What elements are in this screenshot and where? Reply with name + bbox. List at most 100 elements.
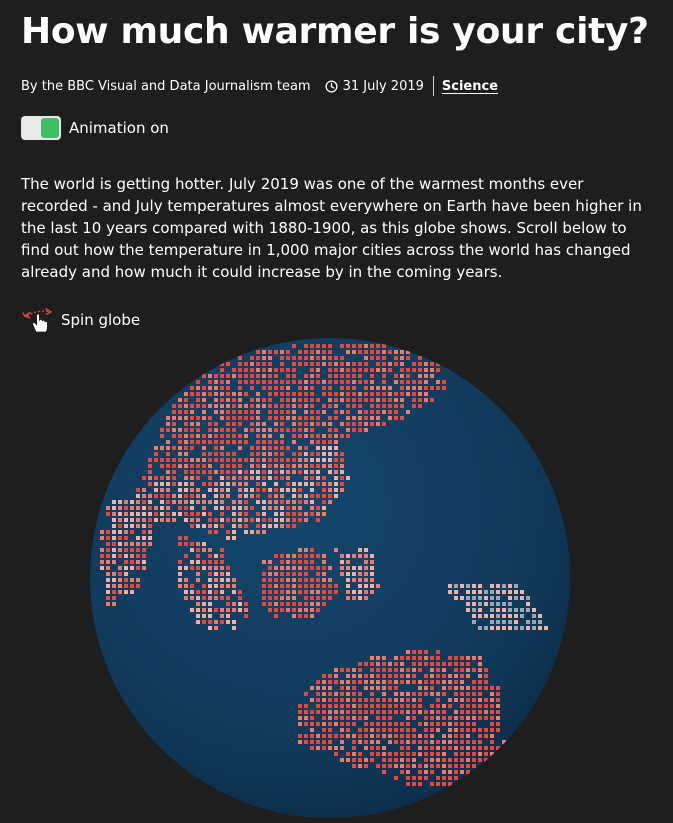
- land-dot: [214, 404, 218, 408]
- land-dot: [376, 416, 380, 420]
- land-dot: [280, 452, 284, 456]
- land-dot: [136, 500, 140, 504]
- land-dot: [208, 578, 212, 582]
- land-dot: [484, 590, 488, 594]
- land-dot: [232, 398, 236, 402]
- land-dot: [214, 506, 218, 510]
- land-dot: [226, 458, 230, 462]
- land-dot: [436, 704, 440, 708]
- land-dot: [148, 482, 152, 486]
- land-dot: [346, 590, 350, 594]
- land-dot: [304, 500, 308, 504]
- land-dot: [292, 440, 296, 444]
- land-dot: [334, 494, 338, 498]
- land-dot: [448, 656, 452, 660]
- land-dot: [292, 434, 296, 438]
- land-dot: [370, 344, 374, 348]
- land-dot: [298, 458, 302, 462]
- land-dot: [238, 596, 242, 600]
- land-dot: [376, 746, 380, 750]
- land-dot: [160, 518, 164, 522]
- land-dot: [436, 722, 440, 726]
- land-dot: [136, 518, 140, 522]
- land-dot: [304, 458, 308, 462]
- land-dot: [208, 392, 212, 396]
- land-dot: [232, 374, 236, 378]
- land-dot: [370, 686, 374, 690]
- land-dot: [328, 584, 332, 588]
- land-dot: [166, 446, 170, 450]
- land-dot: [226, 362, 230, 366]
- land-dot: [436, 710, 440, 714]
- land-dot: [334, 440, 338, 444]
- land-dot: [250, 380, 254, 384]
- land-dot: [364, 344, 368, 348]
- temperature-globe[interactable]: [80, 330, 580, 823]
- land-dot: [382, 386, 386, 390]
- land-dot: [286, 590, 290, 594]
- land-dot: [268, 464, 272, 468]
- land-dot: [448, 722, 452, 726]
- land-dot: [538, 614, 542, 618]
- land-dot: [484, 602, 488, 606]
- land-dot: [148, 500, 152, 504]
- land-dot: [316, 692, 320, 696]
- spin-globe-label: Spin globe: [61, 311, 141, 329]
- land-dot: [322, 734, 326, 738]
- topic-link-science[interactable]: Science: [442, 79, 498, 94]
- land-dot: [376, 728, 380, 732]
- land-dot: [508, 620, 512, 624]
- land-dot: [310, 560, 314, 564]
- land-dot: [142, 488, 146, 492]
- land-dot: [316, 434, 320, 438]
- land-dot: [442, 386, 446, 390]
- land-dot: [316, 464, 320, 468]
- land-dot: [214, 482, 218, 486]
- land-dot: [208, 572, 212, 576]
- land-dot: [172, 518, 176, 522]
- land-dot: [310, 710, 314, 714]
- land-dot: [370, 704, 374, 708]
- animation-toggle[interactable]: [21, 116, 61, 140]
- land-dot: [298, 398, 302, 402]
- land-dot: [202, 482, 206, 486]
- land-dot: [304, 356, 308, 360]
- land-dot: [484, 680, 488, 684]
- land-dot: [208, 488, 212, 492]
- land-dot: [454, 680, 458, 684]
- land-dot: [274, 494, 278, 498]
- globe-canvas[interactable]: [80, 330, 580, 823]
- land-dot: [250, 494, 254, 498]
- land-dot: [358, 362, 362, 366]
- land-dot: [274, 584, 278, 588]
- land-dot: [448, 758, 452, 762]
- land-dot: [466, 734, 470, 738]
- land-dot: [346, 566, 350, 570]
- land-dot: [280, 590, 284, 594]
- land-dot: [310, 722, 314, 726]
- land-dot: [286, 410, 290, 414]
- land-dot: [532, 614, 536, 618]
- land-dot: [340, 458, 344, 462]
- land-dot: [400, 374, 404, 378]
- land-dot: [118, 590, 122, 594]
- land-dot: [364, 560, 368, 564]
- land-dot: [310, 746, 314, 750]
- land-dot: [418, 374, 422, 378]
- land-dot: [478, 596, 482, 600]
- land-dot: [280, 380, 284, 384]
- land-dot: [214, 596, 218, 600]
- land-dot: [418, 764, 422, 768]
- land-dot: [382, 764, 386, 768]
- land-dot: [310, 734, 314, 738]
- land-dot: [406, 764, 410, 768]
- land-dot: [340, 704, 344, 708]
- land-dot: [400, 386, 404, 390]
- land-dot: [346, 686, 350, 690]
- land-dot: [178, 404, 182, 408]
- land-dot: [466, 716, 470, 720]
- land-dot: [226, 386, 230, 390]
- land-dot: [304, 692, 308, 696]
- land-dot: [118, 530, 122, 534]
- land-dot: [220, 476, 224, 480]
